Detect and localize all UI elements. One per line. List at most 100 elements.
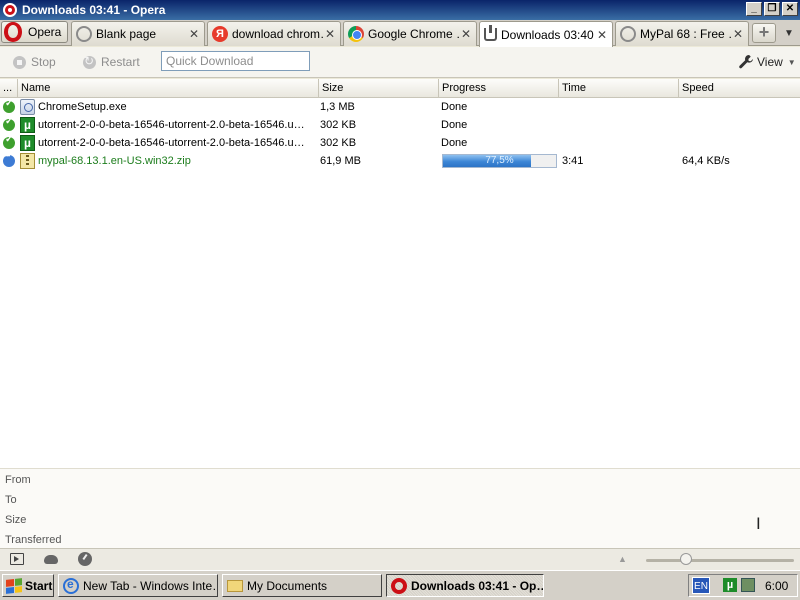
- title-bar: Downloads 03:41 - Opera _ ❐ ✕: [0, 0, 800, 20]
- zoom-up-icon[interactable]: ▲: [618, 554, 627, 564]
- details-size-label: Size: [5, 514, 27, 526]
- done-check-icon: [3, 134, 15, 149]
- column-header-status[interactable]: ...: [0, 79, 18, 98]
- tab-menu-chevron-icon[interactable]: ▼: [784, 28, 794, 39]
- opera-turbo-icon[interactable]: [78, 552, 92, 566]
- yandex-icon: Я: [212, 26, 228, 42]
- column-header-progress[interactable]: Progress: [439, 79, 559, 98]
- opera-icon: [391, 577, 407, 594]
- downloads-toolbar: Stop Restart View ▼: [0, 47, 800, 78]
- stop-label: Stop: [31, 55, 56, 69]
- system-tray: EN µ 6:00: [688, 574, 798, 597]
- tab-label: Downloads 03:40: [501, 27, 594, 42]
- loading-ring-icon: [76, 26, 92, 42]
- close-tab-icon[interactable]: ✕: [595, 28, 609, 42]
- column-header-time[interactable]: Time: [559, 79, 679, 98]
- downloads-table: ... Name Size Progress Time Speed Chrome…: [0, 79, 800, 468]
- zoom-slider-track[interactable]: [646, 559, 794, 562]
- restart-button[interactable]: Restart: [83, 54, 140, 69]
- file-size: 1,3 MB: [320, 101, 355, 113]
- details-from-label: From: [5, 474, 31, 486]
- exe-file-icon: [20, 99, 35, 115]
- opera-unite-cloud-icon[interactable]: [44, 555, 58, 564]
- utorrent-tray-icon[interactable]: µ: [723, 578, 737, 592]
- column-header-name[interactable]: Name: [18, 79, 319, 98]
- minimize-button[interactable]: _: [746, 2, 762, 16]
- taskbar-item-label: Downloads 03:41 - Op…: [411, 578, 544, 593]
- file-size: 302 KB: [320, 119, 357, 131]
- internet-explorer-icon: [63, 577, 79, 594]
- done-check-icon: [3, 116, 15, 131]
- clock: 6:00: [765, 579, 789, 593]
- table-row[interactable]: utorrent-2-0-0-beta-16546-utorrent-2.0-b…: [0, 134, 800, 152]
- taskbar-item-my-documents[interactable]: My Documents: [222, 574, 382, 597]
- text-cursor-icon: I: [756, 514, 761, 533]
- panel-toggle-icon[interactable]: [10, 553, 24, 565]
- stop-icon: [13, 55, 26, 69]
- tab-label: download chrom…: [232, 27, 323, 41]
- table-row[interactable]: ChromeSetup.exe 1,3 MB Done: [0, 98, 800, 116]
- close-tab-icon[interactable]: ✕: [731, 27, 745, 41]
- tab-blank-page[interactable]: Blank page ✕: [71, 21, 205, 46]
- details-to-label: To: [5, 494, 17, 506]
- opera-menu-label: Opera: [28, 25, 62, 39]
- file-name: ChromeSetup.exe: [38, 101, 127, 113]
- utorrent-file-icon: [20, 117, 35, 133]
- opera-icon: [4, 22, 22, 42]
- view-label: View: [757, 55, 783, 69]
- zoom-slider-thumb[interactable]: [679, 553, 692, 565]
- quick-download-input[interactable]: [161, 51, 310, 71]
- view-menu-button[interactable]: View ▼: [738, 54, 796, 70]
- file-size: 302 KB: [320, 137, 357, 149]
- close-tab-icon[interactable]: ✕: [187, 27, 201, 41]
- new-tab-button[interactable]: +: [752, 23, 776, 43]
- network-tray-icon[interactable]: [741, 578, 755, 592]
- download-icon: [484, 25, 497, 41]
- tab-mypal[interactable]: MyPal 68 : Free … ✕: [615, 21, 749, 46]
- start-label: Start: [25, 578, 53, 593]
- restart-label: Restart: [101, 55, 140, 69]
- table-row[interactable]: mypal-68.13.1.en-US.win32.zip 61,9 MB 77…: [0, 151, 800, 170]
- in-progress-icon: [3, 151, 15, 167]
- zip-file-icon: [20, 153, 35, 169]
- folder-icon: [227, 579, 243, 592]
- column-header-speed[interactable]: Speed: [679, 79, 800, 98]
- stop-button[interactable]: Stop: [13, 55, 56, 69]
- tab-download-chrome[interactable]: Я download chrom… ✕: [207, 21, 341, 46]
- table-row[interactable]: utorrent-2-0-0-beta-16546-utorrent-2.0-b…: [0, 116, 800, 134]
- close-tab-icon[interactable]: ✕: [323, 27, 337, 41]
- table-header: ... Name Size Progress Time Speed: [0, 79, 800, 98]
- file-progress: Done: [441, 119, 468, 131]
- tab-label: Google Chrome …: [368, 27, 459, 41]
- opera-menu-button[interactable]: Opera: [1, 21, 68, 43]
- wrench-icon: [739, 55, 753, 69]
- window-controls: _ ❐ ✕: [746, 2, 798, 16]
- file-progress: Done: [441, 137, 468, 149]
- file-name: utorrent-2-0-0-beta-16546-utorrent-2.0-b…: [38, 119, 305, 131]
- file-speed: 64,4 KB/s: [682, 155, 730, 167]
- column-header-size[interactable]: Size: [319, 79, 439, 98]
- file-size: 61,9 MB: [320, 155, 361, 167]
- utorrent-file-icon: [20, 135, 35, 151]
- chrome-icon: [348, 26, 364, 42]
- taskbar-item-internet-explorer[interactable]: New Tab - Windows Inte…: [58, 574, 218, 597]
- tab-label: Blank page: [96, 27, 157, 41]
- details-transferred-label: Transferred: [5, 534, 62, 546]
- download-details-pane: From To Size Transferred: [0, 468, 800, 548]
- progress-percent: 77,5%: [485, 155, 514, 166]
- windows-taskbar: Start New Tab - Windows Inte… My Documen…: [0, 570, 800, 600]
- restart-icon: [83, 54, 96, 69]
- file-time: 3:41: [562, 155, 584, 167]
- taskbar-item-opera[interactable]: Downloads 03:41 - Op…: [386, 574, 544, 597]
- file-name: mypal-68.13.1.en-US.win32.zip: [38, 155, 191, 167]
- close-tab-icon[interactable]: ✕: [459, 27, 473, 41]
- tab-downloads[interactable]: Downloads 03:40 ✕: [479, 21, 613, 47]
- taskbar-item-label: My Documents: [247, 578, 328, 593]
- close-window-button[interactable]: ✕: [782, 2, 798, 16]
- loading-ring-icon: [620, 26, 636, 42]
- tab-label: MyPal 68 : Free …: [640, 27, 731, 41]
- start-button[interactable]: Start: [2, 574, 54, 597]
- tab-google-chrome[interactable]: Google Chrome … ✕: [343, 21, 477, 46]
- language-indicator[interactable]: EN: [692, 577, 710, 594]
- restore-button[interactable]: ❐: [764, 2, 780, 16]
